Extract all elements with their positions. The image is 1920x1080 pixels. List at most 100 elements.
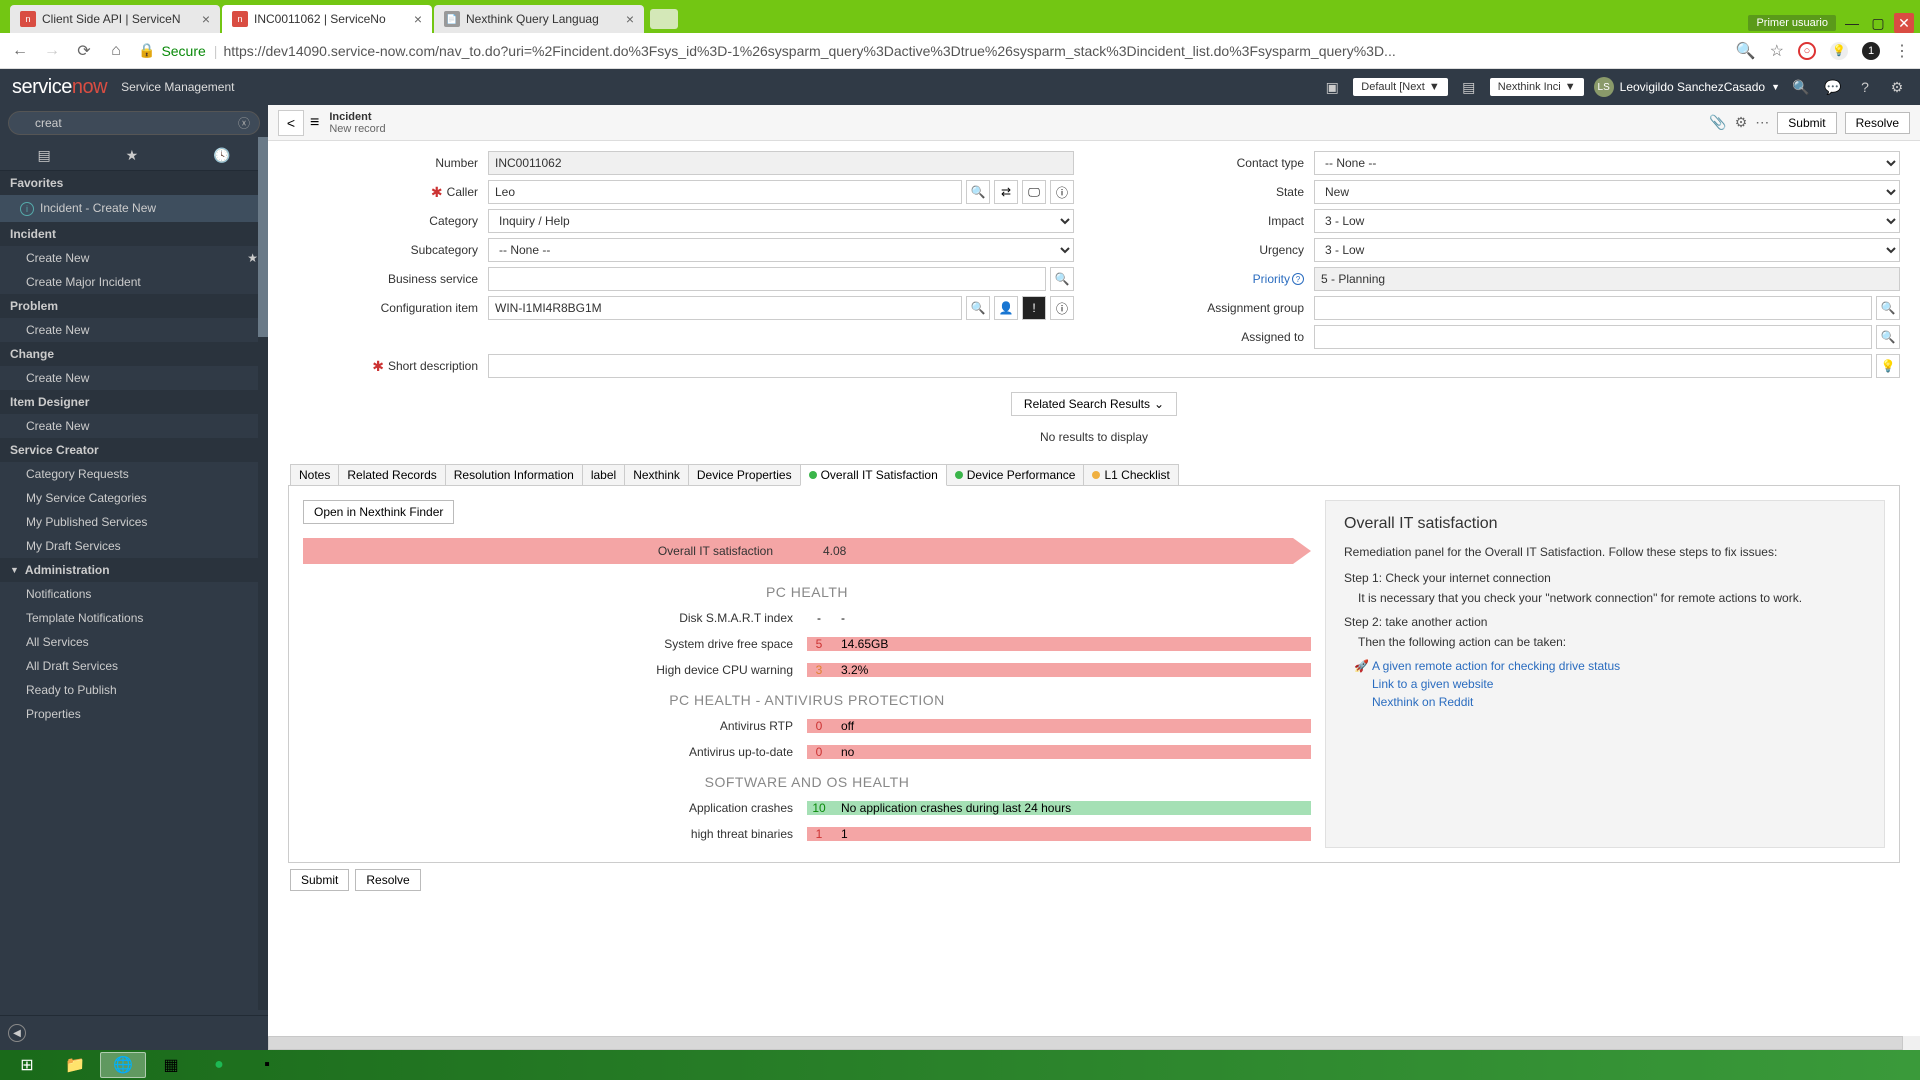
form-tab[interactable]: Device Performance — [946, 464, 1085, 485]
assignment-group-field[interactable] — [1314, 296, 1872, 320]
form-tab[interactable]: Resolution Information — [445, 464, 583, 485]
personalize-icon[interactable]: ⚙ — [1735, 114, 1748, 131]
sidebar-item[interactable]: Properties — [0, 702, 268, 726]
more-icon[interactable]: ⋯ — [1755, 114, 1769, 131]
scrollbar-thumb[interactable] — [258, 137, 268, 337]
reload-icon[interactable]: ⟳ — [74, 41, 94, 61]
search-icon[interactable]: 🔍 — [1736, 41, 1756, 61]
form-tab[interactable]: Overall IT Satisfaction — [800, 464, 947, 486]
short-description-field[interactable] — [488, 354, 1872, 378]
business-service-field[interactable] — [488, 267, 1046, 291]
servicenow-logo[interactable]: servicenow — [12, 76, 107, 99]
tree-icon[interactable]: 👤 — [994, 296, 1018, 320]
info-icon[interactable]: ! — [1022, 296, 1046, 320]
browser-tab[interactable]: n INC0011062 | ServiceNo × — [222, 5, 432, 33]
close-icon[interactable]: × — [626, 11, 634, 27]
user-badge[interactable]: Primer usuario — [1748, 15, 1836, 31]
star-icon[interactable]: ★ — [247, 251, 258, 265]
sidebar-item[interactable]: Create New — [0, 414, 268, 438]
form-tab[interactable]: label — [582, 464, 625, 485]
collapse-nav-icon[interactable]: ◀ — [8, 1024, 26, 1042]
start-button[interactable]: ⊞ — [4, 1052, 50, 1078]
sidebar-item[interactable]: Create New — [0, 318, 268, 342]
info-icon[interactable]: ⓘ — [1050, 180, 1074, 204]
sidebar-item[interactable]: Template Notifications — [0, 606, 268, 630]
category-select[interactable]: Inquiry / Help — [488, 209, 1074, 233]
close-icon[interactable]: × — [414, 11, 422, 27]
sidebar-section-heading[interactable]: Service Creator — [0, 438, 268, 462]
chat-icon[interactable]: 💬 — [1822, 76, 1844, 98]
minimize-icon[interactable]: — — [1842, 13, 1862, 33]
suggestion-icon[interactable]: 💡 — [1876, 354, 1900, 378]
nav-filter-input[interactable] — [8, 111, 260, 135]
new-tab-button[interactable] — [650, 9, 678, 29]
sidebar-item[interactable]: My Draft Services — [0, 534, 268, 558]
resolve-button[interactable]: Resolve — [355, 869, 420, 891]
sidebar-item[interactable]: My Published Services — [0, 510, 268, 534]
submit-button[interactable]: Submit — [1777, 112, 1836, 134]
remediation-link[interactable]: 🚀A given remote action for checking driv… — [1372, 659, 1866, 673]
close-icon[interactable]: × — [202, 11, 210, 27]
help-icon[interactable]: ? — [1854, 76, 1876, 98]
config-item-field[interactable] — [488, 296, 962, 320]
sidebar-item[interactable]: Create Major Incident — [0, 270, 268, 294]
home-icon[interactable]: ⌂ — [106, 41, 126, 61]
lookup-icon[interactable]: 🔍 — [1876, 325, 1900, 349]
form-tab[interactable]: Device Properties — [688, 464, 801, 485]
spotify-icon[interactable]: ● — [196, 1052, 242, 1078]
subcategory-select[interactable]: -- None -- — [488, 238, 1074, 262]
form-menu-icon[interactable]: ≡ — [310, 114, 319, 132]
horizontal-scrollbar[interactable] — [268, 1036, 1920, 1050]
sidebar-item[interactable]: Ready to Publish — [0, 678, 268, 702]
caller-field[interactable] — [488, 180, 962, 204]
window-close-icon[interactable]: ✕ — [1894, 13, 1914, 33]
sidebar-section-heading[interactable]: Problem — [0, 294, 268, 318]
sidebar-item[interactable]: My Service Categories — [0, 486, 268, 510]
history-icon[interactable]: 🕓 — [213, 147, 230, 164]
open-finder-button[interactable]: Open in Nexthink Finder — [303, 500, 454, 524]
preview-icon[interactable]: ⓘ — [1050, 296, 1074, 320]
sidebar-section-heading[interactable]: Item Designer — [0, 390, 268, 414]
app-icon[interactable]: ▦ — [148, 1052, 194, 1078]
lookup-icon[interactable]: 🔍 — [966, 180, 990, 204]
favorites-icon[interactable]: ★ — [126, 147, 139, 164]
back-button[interactable]: < — [278, 110, 304, 136]
form-tab[interactable]: Related Records — [338, 464, 445, 485]
lookup-icon[interactable]: 🔍 — [966, 296, 990, 320]
scope-dropdown[interactable]: Nexthink Inci ▼ — [1490, 78, 1584, 96]
extension-icon[interactable]: 💡 — [1830, 42, 1848, 60]
star-icon[interactable]: ☆ — [1770, 41, 1784, 61]
update-set-dropdown[interactable]: Default [Next ▼ — [1353, 78, 1447, 96]
sidebar-section-heading[interactable]: Change — [0, 342, 268, 366]
explorer-icon[interactable]: 📁 — [52, 1052, 98, 1078]
browser-tab[interactable]: n Client Side API | ServiceN × — [10, 5, 220, 33]
update-set-icon[interactable]: ▣ — [1321, 76, 1343, 98]
browser-tab[interactable]: 📄 Nexthink Query Languag × — [434, 5, 644, 33]
chrome-icon[interactable]: 🌐 — [100, 1052, 146, 1078]
sidebar-section-heading[interactable]: Incident — [0, 222, 268, 246]
sidebar-item[interactable]: All Services — [0, 630, 268, 654]
clear-icon[interactable]: ⓧ — [238, 115, 250, 132]
tree-icon[interactable]: ⇄ — [994, 180, 1018, 204]
address-bar[interactable]: 🔒 Secure | https://dev14090.service-now.… — [138, 42, 1724, 59]
assigned-to-field[interactable] — [1314, 325, 1872, 349]
menu-icon[interactable]: ⋮ — [1894, 41, 1910, 61]
remediation-link[interactable]: Nexthink on Reddit — [1372, 695, 1866, 709]
urgency-select[interactable]: 3 - Low — [1314, 238, 1900, 262]
resolve-button[interactable]: Resolve — [1845, 112, 1910, 134]
preview-icon[interactable]: 🖵 — [1022, 180, 1046, 204]
form-tab[interactable]: Notes — [290, 464, 339, 485]
maximize-icon[interactable]: ▢ — [1868, 13, 1888, 33]
sidebar-admin-heading[interactable]: ▼ Administration — [0, 558, 268, 582]
state-select[interactable]: New — [1314, 180, 1900, 204]
sidebar-scrollbar[interactable] — [258, 137, 268, 1010]
label-priority[interactable]: Priority? — [1253, 272, 1304, 286]
sidebar-item[interactable]: All Draft Services — [0, 654, 268, 678]
scope-icon[interactable]: ▤ — [1458, 76, 1480, 98]
sidebar-item-incident-create[interactable]: iIncident - Create New — [0, 195, 268, 222]
lookup-icon[interactable]: 🔍 — [1876, 296, 1900, 320]
submit-button[interactable]: Submit — [290, 869, 349, 891]
all-apps-icon[interactable]: ▤ — [37, 147, 50, 164]
form-tab[interactable]: Nexthink — [624, 464, 689, 485]
back-icon[interactable]: ← — [10, 41, 30, 61]
